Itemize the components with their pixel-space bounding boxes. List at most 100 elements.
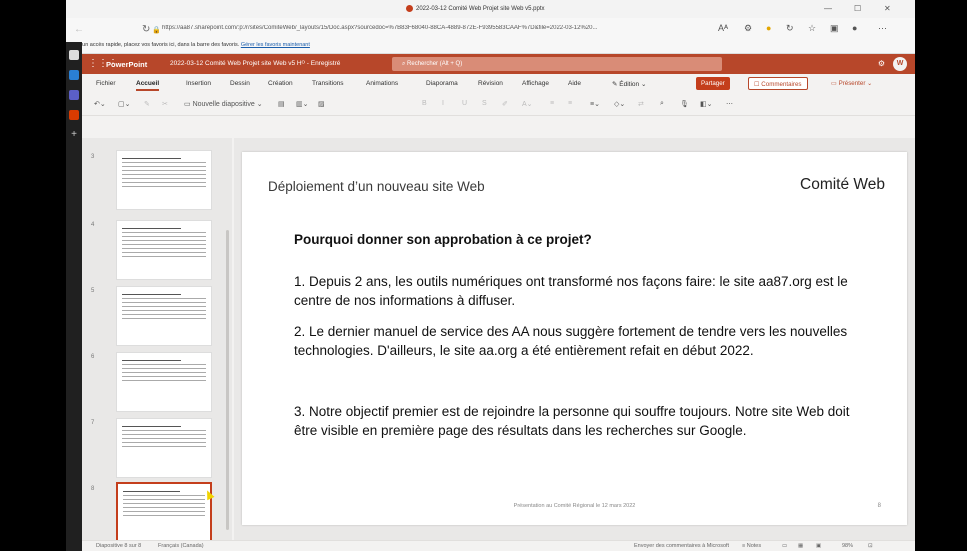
- arrange-icon[interactable]: ⇄: [638, 100, 644, 108]
- address-bar: ← ↻ 🔒 https://aa87.sharepoint.com/:p:/r/…: [66, 18, 915, 42]
- tab-dessin[interactable]: Dessin: [230, 80, 250, 87]
- bold-icon[interactable]: B: [422, 100, 427, 107]
- browser-window: 2022-03-12 Comité Web Projet site Web v5…: [66, 0, 915, 551]
- refresh-icon[interactable]: ↻: [142, 24, 150, 35]
- browser-titlebar: 2022-03-12 Comité Web Projet site Web v5…: [66, 0, 915, 18]
- designer-icon[interactable]: ◧⌄: [700, 100, 712, 108]
- read-aloud-icon[interactable]: Aᴬ: [718, 23, 728, 33]
- slide-thumb[interactable]: [116, 220, 212, 280]
- favorites-icon[interactable]: ☆: [808, 23, 816, 34]
- tab-creation[interactable]: Création: [268, 80, 293, 87]
- back-icon[interactable]: ←: [74, 24, 84, 35]
- slide-thumb[interactable]: [116, 352, 212, 412]
- slide-sorter-icon[interactable]: ▦: [798, 543, 803, 549]
- underline-icon[interactable]: U: [462, 100, 467, 107]
- thumbnail-scrollbar[interactable]: [226, 230, 229, 530]
- tab-fichier[interactable]: Fichier: [96, 80, 116, 87]
- search-input[interactable]: ⌕ Rechercher (Alt + Q): [392, 57, 722, 71]
- picture-icon[interactable]: ▨: [318, 100, 325, 108]
- collections-icon[interactable]: ▣: [830, 23, 839, 34]
- comments-button[interactable]: ☐ Commentaires: [748, 77, 808, 90]
- feedback-link[interactable]: Envoyer des commentaires à Microsoft: [634, 543, 729, 549]
- slide-canvas[interactable]: Déploiement d’un nouveau site Web Comité…: [242, 152, 907, 525]
- undo-icon[interactable]: ↶⌄: [94, 100, 106, 108]
- bullets-icon[interactable]: ≡: [550, 100, 554, 107]
- add-icon[interactable]: +: [69, 130, 79, 140]
- slide-thumbnail-pane: 3 4 5 6 7 8: [82, 138, 232, 540]
- tab-transitions[interactable]: Transitions: [312, 80, 344, 87]
- app-name[interactable]: PowerPoint: [106, 60, 147, 69]
- refresh-page-icon[interactable]: ↻: [786, 23, 794, 34]
- minimize-icon[interactable]: —: [824, 4, 832, 13]
- numbering-icon[interactable]: ≡: [568, 100, 572, 107]
- italic-icon[interactable]: I: [442, 100, 444, 107]
- strikethrough-icon[interactable]: S: [482, 100, 487, 107]
- slide-paragraph-1[interactable]: 1. Depuis 2 ans, les outils numériques o…: [294, 272, 864, 310]
- cut-icon[interactable]: ✂: [162, 100, 168, 108]
- tab-insertion[interactable]: Insertion: [186, 80, 211, 87]
- font-color-icon[interactable]: A⌄: [522, 100, 533, 108]
- edition-button[interactable]: ✎ Édition ⌄: [612, 80, 646, 88]
- present-button[interactable]: ▭ Présenter ⌄: [826, 77, 877, 90]
- align-icon[interactable]: ≡⌄: [590, 100, 600, 108]
- tab-affichage[interactable]: Affichage: [522, 80, 549, 87]
- format-painter-icon[interactable]: ✎: [144, 100, 150, 108]
- favorites-bar: Pour un accès rapide, placez vos favoris…: [66, 42, 915, 54]
- clipboard-icon[interactable]: ▢⌄: [118, 100, 130, 108]
- fit-slide-icon[interactable]: ⊡: [868, 543, 873, 549]
- extension-icon[interactable]: ●: [766, 23, 771, 33]
- powerpoint-icon: [406, 5, 413, 12]
- highlight-icon[interactable]: ✐: [502, 100, 508, 108]
- dictate-icon[interactable]: 🎙: [680, 100, 689, 108]
- share-button[interactable]: Partager: [696, 77, 730, 90]
- slide-header-org[interactable]: Comité Web: [800, 176, 885, 194]
- manage-favorites-link[interactable]: Gérer les favoris maintenant: [241, 42, 310, 48]
- slide-thumb[interactable]: [116, 150, 212, 210]
- status-bar: Diapositive 8 sur 8 Français (Canada) En…: [82, 540, 915, 551]
- office-icon[interactable]: [69, 110, 79, 120]
- find-icon[interactable]: ⌕: [660, 100, 664, 108]
- slide-footer: Présentation au Comité Régional le 12 ma…: [513, 503, 636, 509]
- shapes-icon[interactable]: ◇⌄: [614, 100, 625, 108]
- new-slide-button[interactable]: ▭ Nouvelle diapositive ⌄: [184, 100, 263, 108]
- slide-paragraph-2[interactable]: 2. Le dernier manuel de service des AA n…: [294, 322, 864, 360]
- tabs-icon[interactable]: [69, 50, 79, 60]
- file-name[interactable]: 2022-03-12 Comité Web Projet site Web v5…: [170, 60, 340, 67]
- tab-aide[interactable]: Aide: [568, 80, 581, 87]
- tab-diaporama[interactable]: Diaporama: [426, 80, 458, 87]
- tab-revision[interactable]: Révision: [478, 80, 503, 87]
- normal-view-icon[interactable]: ▭: [782, 543, 787, 549]
- slide-paragraph-3[interactable]: 3. Notre objectif premier est de rejoind…: [294, 402, 864, 440]
- reading-view-icon[interactable]: ▣: [816, 543, 821, 549]
- teams-icon[interactable]: [69, 90, 79, 100]
- slide-page-number: 8: [877, 503, 881, 509]
- tab-animations[interactable]: Animations: [366, 80, 398, 87]
- app-header: ⋮⋮⋮ PowerPoint 2022-03-12 Comité Web Pro…: [82, 54, 915, 74]
- profile-icon[interactable]: ●: [852, 23, 857, 33]
- browser-sidebar: +: [66, 42, 82, 551]
- slide-thumb[interactable]: [116, 286, 212, 346]
- slide-editor: Déploiement d’un nouveau site Web Comité…: [234, 138, 915, 540]
- slide-counter: Diapositive 8 sur 8: [96, 543, 142, 549]
- ribbon-toolbar: ↶⌄ ▢⌄ ✎ ✂ ▭ Nouvelle diapositive ⌄ ▤ ▥⌄ …: [82, 94, 915, 116]
- slide-question[interactable]: Pourquoi donner son approbation à ce pro…: [294, 232, 592, 247]
- maximize-icon[interactable]: ☐: [854, 4, 861, 13]
- extensions-icon[interactable]: ⚙: [744, 23, 752, 34]
- notes-button[interactable]: ≡ Notes: [742, 543, 761, 549]
- slide-thumb-selected[interactable]: [116, 482, 212, 540]
- present-icon: ▭: [831, 80, 839, 87]
- zoom-level[interactable]: 98%: [842, 543, 853, 549]
- more-icon[interactable]: ⋯: [878, 23, 887, 34]
- close-icon[interactable]: ✕: [884, 4, 891, 13]
- more-options-icon[interactable]: ⋯: [726, 100, 733, 108]
- url-field[interactable]: https://aa87.sharepoint.com/:p:/r/sites/…: [162, 25, 652, 31]
- tab-accueil[interactable]: Accueil: [136, 80, 160, 91]
- slide-thumb[interactable]: [116, 418, 212, 478]
- avatar[interactable]: W: [893, 57, 907, 71]
- slide-header-title[interactable]: Déploiement d’un nouveau site Web: [268, 179, 485, 194]
- language-indicator[interactable]: Français (Canada): [158, 543, 204, 549]
- section-icon[interactable]: ▥⌄: [296, 100, 308, 108]
- outlook-icon[interactable]: [69, 70, 79, 80]
- settings-icon[interactable]: ⚙: [878, 59, 885, 68]
- layout-icon[interactable]: ▤: [278, 100, 285, 108]
